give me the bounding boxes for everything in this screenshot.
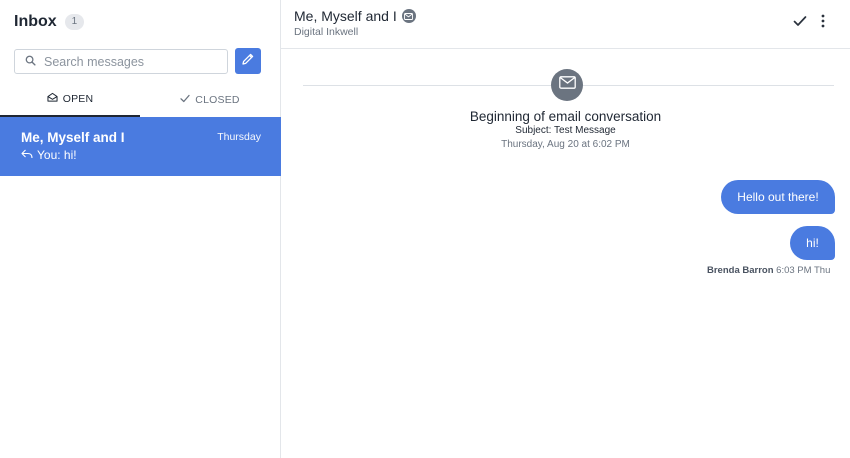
envelope-icon <box>558 76 576 94</box>
resolve-button[interactable] <box>793 14 807 32</box>
inbox-header: Inbox 1 <box>14 13 85 31</box>
checkmark-icon <box>180 94 195 106</box>
message-sender: Brenda Barron <box>707 265 774 276</box>
tab-open-label: OPEN <box>62 92 94 105</box>
search-box[interactable] <box>14 49 228 74</box>
conversation-name: Me, Myself and I <box>21 130 125 145</box>
search-icon <box>25 53 36 71</box>
inbox-count-badge: 1 <box>64 14 85 30</box>
vertical-dots-icon <box>821 14 825 32</box>
contact-name-text: Me, Myself and I <box>294 8 397 24</box>
conversation-tabs: OPEN CLOSED <box>0 82 280 117</box>
conversation-start-date: Thursday, Aug 20 at 6:02 PM <box>501 139 630 150</box>
compose-button[interactable] <box>235 48 261 74</box>
open-envelope-icon <box>47 92 63 105</box>
divider-left <box>303 85 551 86</box>
more-options-button[interactable] <box>821 14 825 33</box>
envelope-icon <box>401 9 416 23</box>
tab-closed[interactable]: CLOSED <box>140 82 280 117</box>
conversation-subject: Subject: Test Message <box>515 125 616 136</box>
tab-open[interactable]: OPEN <box>0 82 140 117</box>
inbox-title: Inbox <box>14 13 57 30</box>
reply-icon <box>21 148 37 162</box>
divider-right <box>583 85 834 86</box>
conversation-list-item[interactable]: Me, Myself and I Thursday You: hi! <box>0 117 281 176</box>
conversation-start-title: Beginning of email conversation <box>469 109 662 124</box>
checkmark-icon <box>793 14 807 31</box>
conversation-date: Thursday <box>217 131 261 143</box>
conversation-header: Me, Myself and I Digital Inkwell <box>281 0 850 49</box>
message-bubble: hi! <box>790 226 835 260</box>
search-input[interactable] <box>44 54 214 69</box>
conversation-preview: You: hi! <box>21 148 77 162</box>
conversation-preview-text: You: hi! <box>37 148 77 162</box>
conversation-panel: Me, Myself and I Digital Inkwell Beginni… <box>281 0 850 458</box>
contact-name: Me, Myself and I <box>294 8 416 24</box>
message-bubble: Hello out there! <box>721 180 835 214</box>
contact-subtitle: Digital Inkwell <box>294 26 359 38</box>
pencil-icon <box>241 52 255 71</box>
email-channel-badge <box>551 69 583 101</box>
message-time: 6:03 PM Thu <box>776 265 831 276</box>
conversation-sidebar: Inbox 1 OPEN <box>0 0 281 458</box>
message-meta: Brenda Barron 6:03 PM Thu <box>707 265 830 276</box>
tab-closed-label: CLOSED <box>195 93 240 106</box>
